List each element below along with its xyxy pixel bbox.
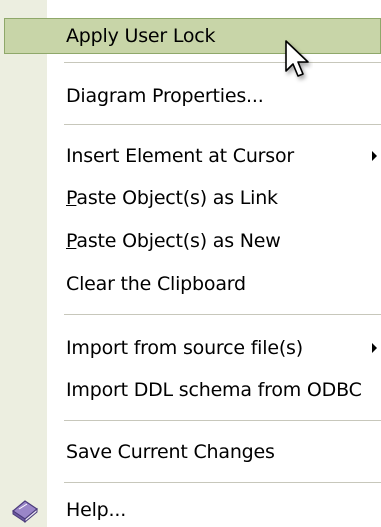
label-rest: aste Object(s) as New (76, 230, 281, 252)
context-menu: Apply User Lock Diagram Properties... In… (0, 0, 381, 527)
menu-item-label: Help... (66, 499, 127, 521)
menu-item-paste-objects-as-new[interactable]: Paste Object(s) as New (0, 221, 381, 261)
submenu-arrow-icon (372, 343, 377, 353)
menu-item-label: Save Current Changes (66, 441, 275, 463)
help-book-icon (11, 500, 39, 523)
menu-item-import-from-source-files[interactable]: Import from source file(s) (0, 328, 381, 368)
menu-item-label: Diagram Properties... (66, 85, 264, 107)
menu-item-apply-user-lock[interactable]: Apply User Lock (4, 18, 381, 54)
menu-item-diagram-properties[interactable]: Diagram Properties... (0, 76, 381, 116)
menu-item-paste-objects-as-link[interactable]: Paste Object(s) as Link (0, 178, 381, 218)
submenu-arrow-icon (372, 151, 377, 161)
menu-item-label: Paste Object(s) as New (66, 230, 281, 252)
menu-item-label: Paste Object(s) as Link (66, 187, 278, 209)
menu-item-help[interactable]: Help... (0, 490, 381, 527)
menu-separator (64, 314, 381, 315)
menu-item-clear-clipboard[interactable]: Clear the Clipboard (0, 264, 381, 304)
menu-item-label: Clear the Clipboard (66, 273, 246, 295)
menu-item-save-current-changes[interactable]: Save Current Changes (0, 432, 381, 472)
menu-item-label: Insert Element at Cursor (66, 145, 295, 167)
menu-separator (64, 124, 381, 125)
menu-item-insert-element-at-cursor[interactable]: Insert Element at Cursor (0, 136, 381, 176)
menu-item-import-ddl-schema[interactable]: Import DDL schema from ODBC (0, 370, 381, 410)
menu-separator (64, 420, 381, 421)
menu-separator (64, 482, 381, 483)
mnemonic-char: P (66, 187, 77, 209)
label-rest: aste Object(s) as Link (76, 187, 278, 209)
menu-item-label: Apply User Lock (66, 25, 216, 47)
mouse-cursor-icon (285, 40, 309, 77)
menu-item-label: Import from source file(s) (66, 337, 303, 359)
menu-item-label: Import DDL schema from ODBC (66, 379, 362, 401)
mnemonic-char: P (66, 230, 77, 252)
menu-separator (64, 62, 381, 63)
